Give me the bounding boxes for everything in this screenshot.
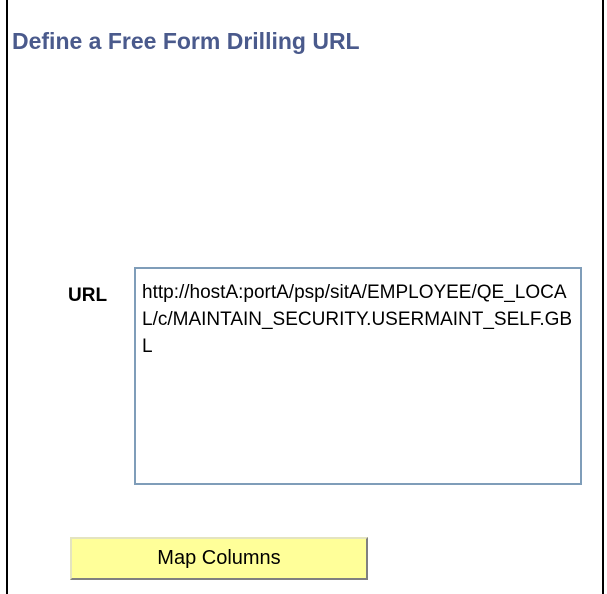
url-label: URL xyxy=(68,285,108,306)
map-columns-button[interactable]: Map Columns xyxy=(70,537,368,580)
url-textarea[interactable]: http://hostA:portA/psp/sitA/EMPLOYEE/QE_… xyxy=(134,267,582,485)
page-title: Define a Free Form Drilling URL xyxy=(12,28,360,54)
